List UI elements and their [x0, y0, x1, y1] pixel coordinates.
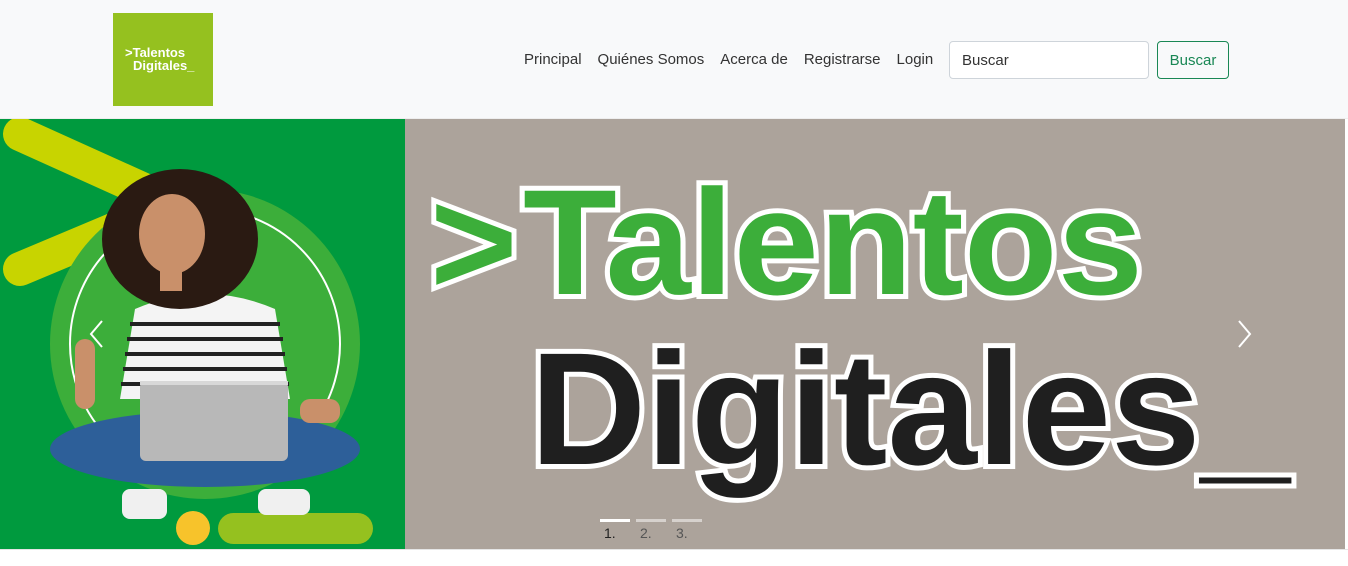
navbar: >Talentos Digitales_ Principal Quiénes S…: [0, 0, 1348, 119]
search-input[interactable]: [949, 41, 1149, 79]
carousel-indicators: 1. 2. 3.: [600, 519, 702, 543]
banner-chevron: >: [430, 158, 518, 326]
search-button[interactable]: Buscar: [1157, 41, 1229, 79]
hero-photo-panel: [0, 119, 405, 549]
main-nav: Principal Quiénes Somos Acerca de Regist…: [516, 45, 941, 74]
hero-banner-art: > Talentos Digitales_: [425, 153, 1297, 503]
carousel-indicator-3[interactable]: 3.: [672, 519, 702, 543]
banner-word-talentos: Talentos: [523, 158, 1143, 326]
nav-link-registrarse[interactable]: Registrarse: [796, 45, 889, 74]
nav-link-principal[interactable]: Principal: [516, 45, 590, 74]
logo-line-2: Digitales_: [133, 58, 195, 73]
indicator-number: 3.: [676, 525, 688, 541]
indicator-number: 2.: [640, 525, 652, 541]
chevron-right-icon: [1238, 320, 1252, 348]
brand-logo[interactable]: >Talentos Digitales_: [113, 13, 213, 106]
banner-word-digitales: Digitales_: [530, 319, 1292, 498]
hero-illustration: [3, 119, 373, 545]
carousel-prev-button[interactable]: [77, 304, 117, 364]
indicator-number: 1.: [604, 525, 616, 541]
page-divider: [0, 549, 1348, 550]
chevron-left-icon: [89, 320, 103, 348]
nav-link-login[interactable]: Login: [889, 45, 942, 74]
nav-link-acerca-de[interactable]: Acerca de: [712, 45, 796, 74]
carousel-indicator-1[interactable]: 1.: [600, 519, 630, 543]
carousel-next-button[interactable]: [1224, 304, 1264, 364]
carousel-indicator-2[interactable]: 2.: [636, 519, 666, 543]
hero-banner-panel: > Talentos Digitales_: [405, 119, 1345, 549]
nav-link-quienes-somos[interactable]: Quiénes Somos: [590, 45, 713, 74]
hero-carousel: > Talentos Digitales_ 1. 2. 3.: [0, 119, 1345, 549]
